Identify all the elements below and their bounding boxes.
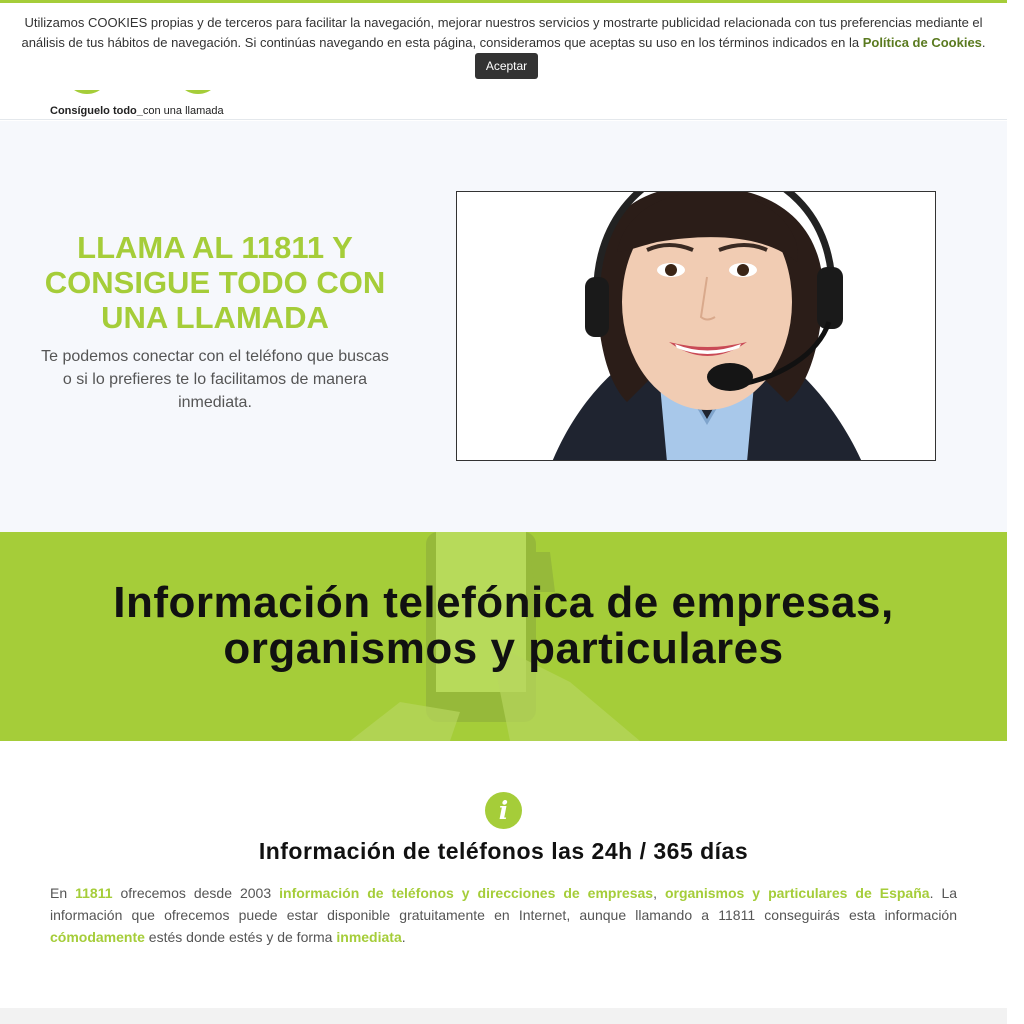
info-highlight-immediate: inmediata [336, 929, 402, 945]
tagline-bold: Consíguelo todo_ [50, 105, 143, 117]
accept-cookies-button[interactable]: Aceptar [475, 53, 538, 79]
info-text-6: . [401, 929, 406, 945]
banner-title: Información telefónica de empresas, orga… [0, 580, 1007, 672]
cookie-suffix: . [981, 35, 986, 50]
info-highlight-comfortably: cómodamente [50, 929, 145, 945]
banner-title-line-1: Información telefónica de empresas, [113, 578, 894, 627]
info-highlight-number: 11811 [75, 885, 113, 901]
footer-strip [0, 1008, 1007, 1024]
info-banner: Información telefónica de empresas, orga… [0, 532, 1007, 741]
cookie-banner: Utilizamos COOKIES propias y de terceros… [0, 3, 1007, 90]
banner-title-line-2: organismos y particulares [223, 624, 784, 673]
info-paragraph: En 11811 ofrecemos desde 2003 informació… [50, 882, 957, 948]
cookie-policy-link[interactable]: Política de Cookies [863, 35, 982, 50]
info-highlight-organisms[interactable]: organismos y particulares de España [665, 885, 930, 901]
info-icon: i [485, 792, 522, 829]
info-highlight-companies[interactable]: información de teléfonos y direcciones d… [279, 885, 653, 901]
hero-section: LLAMA AL 11811 Y CONSIGUE TODO CON UNA L… [0, 121, 1007, 532]
site-tagline: Consíguelo todo_con una llamada [50, 105, 224, 117]
info-text-1: En [50, 885, 76, 901]
operator-illustration [457, 192, 935, 460]
cookie-message: Utilizamos COOKIES propias y de terceros… [21, 15, 983, 50]
tagline-rest: con una llamada [142, 105, 224, 117]
hero-title: LLAMA AL 11811 Y CONSIGUE TODO CON UNA L… [44, 230, 386, 335]
info-text-5: estés donde estés y de forma [144, 929, 337, 945]
hero-description: Te podemos conectar con el teléfono que … [41, 348, 389, 411]
info-text-2: ofrecemos desde 2003 [112, 885, 280, 901]
info-text-3: , [653, 885, 665, 901]
hero-photo [456, 191, 936, 461]
scrollbar-track[interactable] [1007, 0, 1024, 1024]
info-heading: Información de teléfonos las 24h / 365 d… [258, 838, 749, 864]
cookie-text: Utilizamos COOKIES propias y de terceros… [10, 13, 997, 53]
